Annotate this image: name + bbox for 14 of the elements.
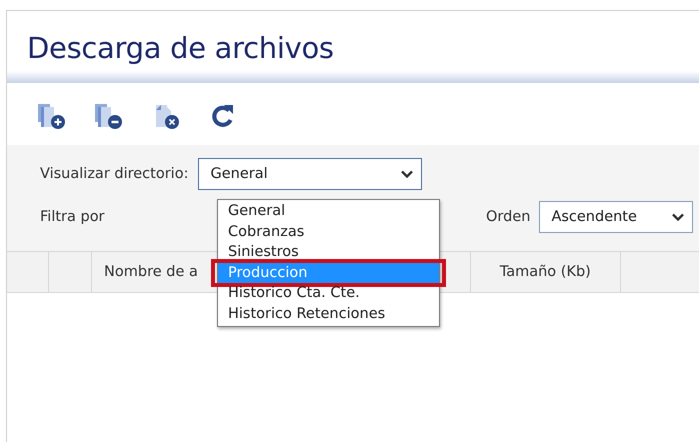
page-title: Descarga de archivos: [26, 30, 335, 67]
header-cell[interactable]: Tamaño (Kb): [470, 252, 621, 292]
file-minus-icon[interactable]: [94, 101, 124, 131]
file-plus-icon[interactable]: [37, 101, 67, 131]
order-select[interactable]: Ascendente: [539, 201, 694, 233]
dropdown-option[interactable]: Historico Retenciones: [218, 304, 439, 325]
chevron-down-icon: [672, 213, 684, 221]
directory-select[interactable]: General: [198, 158, 422, 190]
directory-label: Visualizar directorio:: [40, 166, 188, 182]
filter-label: Filtra por: [40, 209, 106, 225]
order-label: Orden: [486, 209, 530, 225]
dropdown-option[interactable]: General: [218, 201, 439, 222]
dropdown-option[interactable]: Cobranzas: [218, 222, 439, 242]
chevron-down-icon: [401, 170, 414, 178]
